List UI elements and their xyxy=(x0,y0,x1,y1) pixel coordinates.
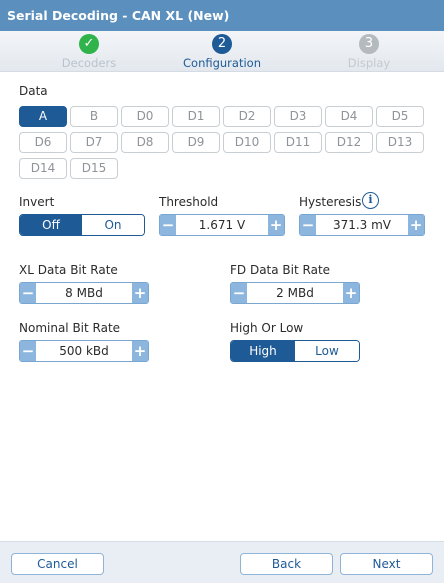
xl-rate-label: XL Data Bit Rate xyxy=(19,263,118,277)
fd-rate-increment-button[interactable]: + xyxy=(343,283,359,303)
threshold-label: Threshold xyxy=(159,195,219,209)
data-label: Data xyxy=(19,84,48,98)
xl-rate-increment-button[interactable]: + xyxy=(132,283,148,303)
check-icon: ✓ xyxy=(79,34,99,54)
channel-button-b[interactable]: B xyxy=(70,106,118,127)
channel-button-d1[interactable]: D1 xyxy=(172,106,220,127)
fd-rate-label: FD Data Bit Rate xyxy=(230,263,331,277)
invert-label: Invert xyxy=(19,195,55,209)
nominal-rate-increment-button[interactable]: + xyxy=(132,341,148,361)
high-low-toggle: High Low xyxy=(230,340,360,362)
back-button[interactable]: Back xyxy=(240,553,333,575)
step-configuration[interactable]: 2 Configuration xyxy=(162,31,282,72)
step-label: Display xyxy=(347,56,391,70)
channel-button-d9[interactable]: D9 xyxy=(172,132,220,153)
hysteresis-label: Hysteresis xyxy=(299,195,362,209)
step-number: 2 xyxy=(212,34,232,54)
hysteresis-value[interactable]: 371.3 mV xyxy=(316,215,408,235)
channel-button-d4[interactable]: D4 xyxy=(325,106,373,127)
low-option[interactable]: Low xyxy=(295,341,359,361)
channel-button-d12[interactable]: D12 xyxy=(325,132,373,153)
xl-rate-stepper: − 8 MBd + xyxy=(19,282,149,304)
info-icon[interactable]: i xyxy=(362,192,379,209)
invert-toggle: Off On xyxy=(19,214,145,236)
channel-button-d6[interactable]: D6 xyxy=(19,132,67,153)
xl-rate-decrement-button[interactable]: − xyxy=(20,283,36,303)
invert-on-option[interactable]: On xyxy=(82,215,144,235)
hysteresis-increment-button[interactable]: + xyxy=(408,215,424,235)
footer-bar: Cancel Back Next xyxy=(0,541,444,583)
step-decoders[interactable]: ✓ Decoders xyxy=(29,31,149,72)
window-title: Serial Decoding - CAN XL (New) xyxy=(0,0,444,31)
fd-rate-decrement-button[interactable]: − xyxy=(231,283,247,303)
invert-off-option[interactable]: Off xyxy=(20,215,82,235)
step-label: Configuration xyxy=(183,56,261,70)
channel-button-d0[interactable]: D0 xyxy=(121,106,169,127)
nominal-rate-label: Nominal Bit Rate xyxy=(19,321,121,335)
channel-button-d5[interactable]: D5 xyxy=(376,106,424,127)
step-number: 3 xyxy=(359,34,379,54)
channel-button-d13[interactable]: D13 xyxy=(376,132,424,153)
channel-button-d8[interactable]: D8 xyxy=(121,132,169,153)
nominal-rate-decrement-button[interactable]: − xyxy=(20,341,36,361)
cancel-button[interactable]: Cancel xyxy=(11,553,104,575)
channel-button-d11[interactable]: D11 xyxy=(274,132,322,153)
step-label: Decoders xyxy=(61,56,117,70)
threshold-value[interactable]: 1.671 V xyxy=(176,215,268,235)
channel-button-a[interactable]: A xyxy=(19,106,67,127)
high-option[interactable]: High xyxy=(231,341,295,361)
high-low-label: High Or Low xyxy=(230,321,304,335)
threshold-stepper: − 1.671 V + xyxy=(159,214,285,236)
nominal-rate-value[interactable]: 500 kBd xyxy=(36,341,132,361)
channel-button-d14[interactable]: D14 xyxy=(19,158,67,179)
hysteresis-decrement-button[interactable]: − xyxy=(300,215,316,235)
channel-button-d10[interactable]: D10 xyxy=(223,132,271,153)
channel-button-d7[interactable]: D7 xyxy=(70,132,118,153)
threshold-decrement-button[interactable]: − xyxy=(160,215,176,235)
channel-button-d2[interactable]: D2 xyxy=(223,106,271,127)
hysteresis-stepper: − 371.3 mV + xyxy=(299,214,425,236)
channel-button-d15[interactable]: D15 xyxy=(70,158,118,179)
wizard-steps: ✓ Decoders 2 Configuration 3 Display xyxy=(0,31,444,72)
step-display[interactable]: 3 Display xyxy=(309,31,429,72)
nominal-rate-stepper: − 500 kBd + xyxy=(19,340,149,362)
channel-button-d3[interactable]: D3 xyxy=(274,106,322,127)
next-button[interactable]: Next xyxy=(340,553,433,575)
xl-rate-value[interactable]: 8 MBd xyxy=(36,283,132,303)
fd-rate-value[interactable]: 2 MBd xyxy=(247,283,343,303)
fd-rate-stepper: − 2 MBd + xyxy=(230,282,360,304)
threshold-increment-button[interactable]: + xyxy=(268,215,284,235)
